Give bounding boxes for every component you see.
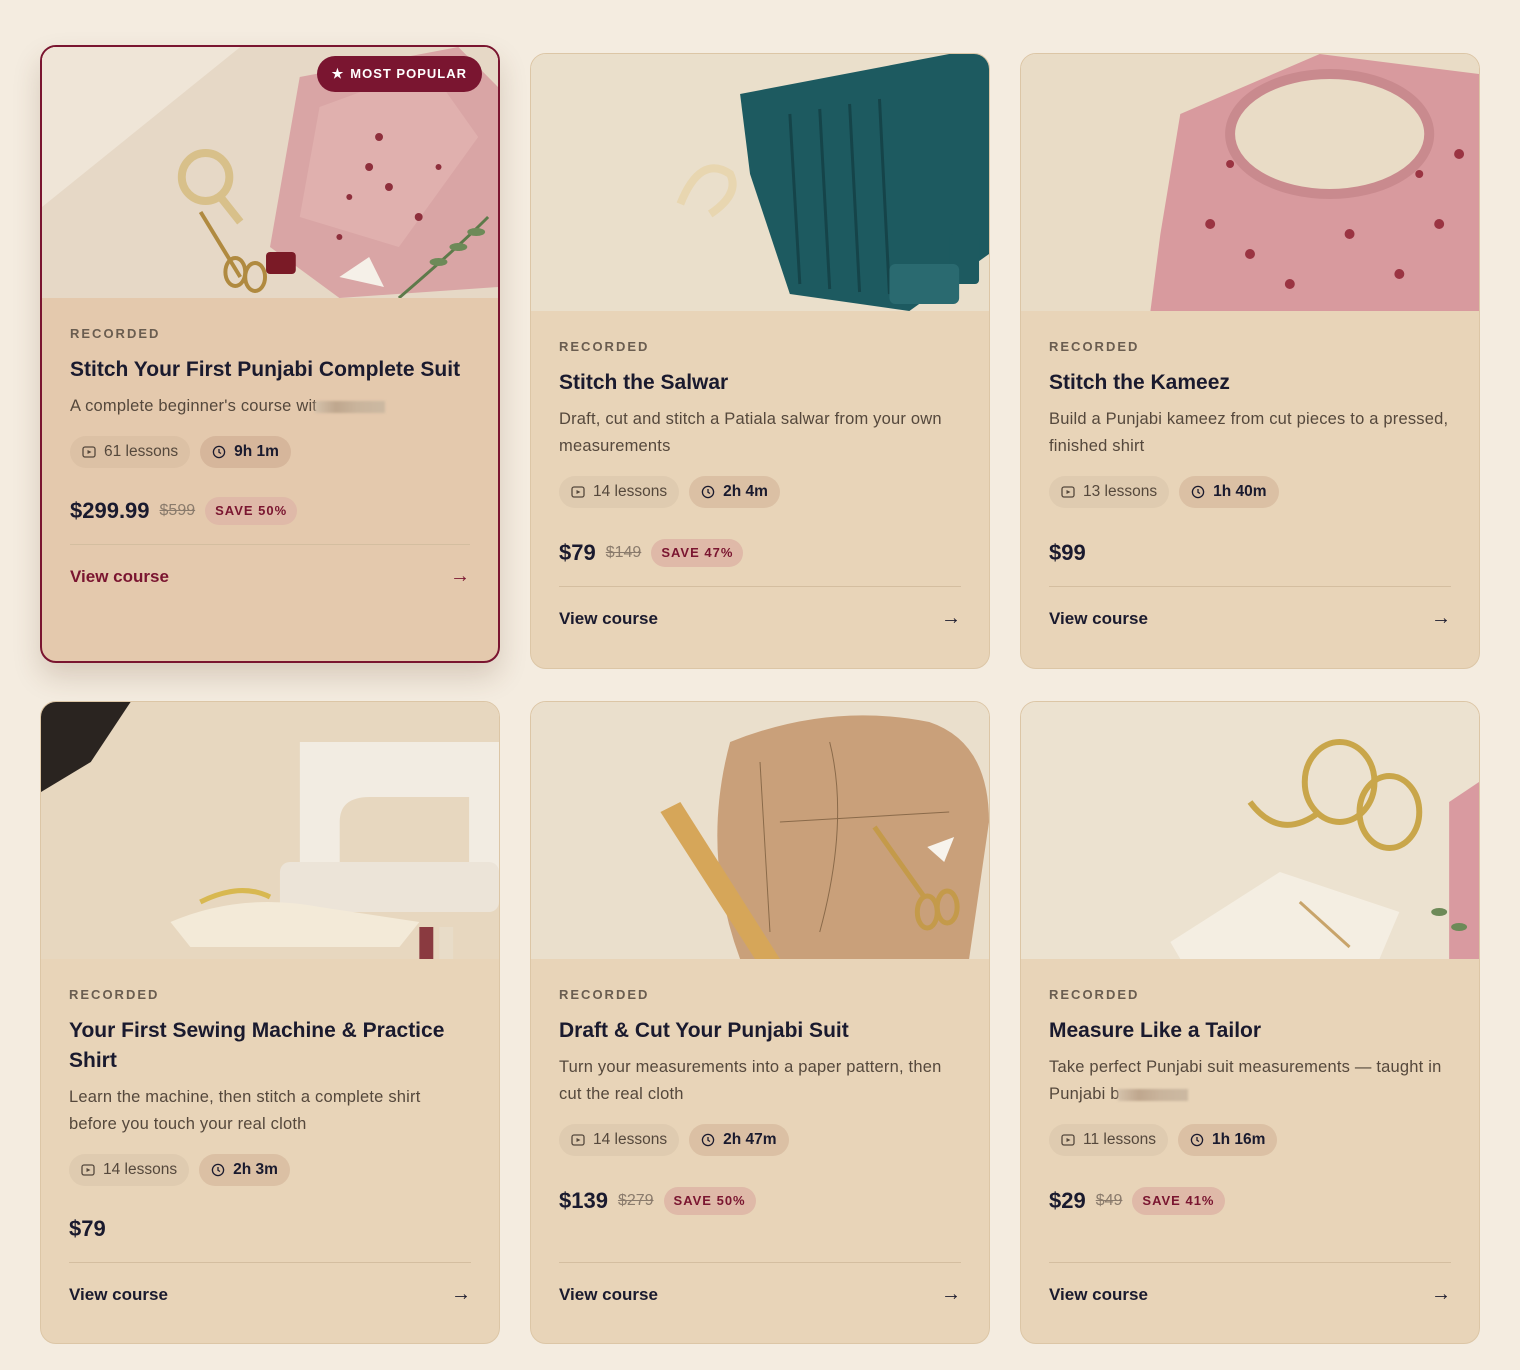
price-row: $99 bbox=[1049, 536, 1451, 570]
course-type-label: RECORDED bbox=[559, 987, 650, 1002]
course-meta: 14 lessons 2h 4m bbox=[559, 476, 961, 508]
course-description: Take perfect Punjabi suit measurements —… bbox=[1049, 1058, 1442, 1103]
current-price: $139 bbox=[559, 1188, 608, 1213]
course-description: A complete beginner's course wit bbox=[70, 393, 470, 420]
clock-icon bbox=[1191, 485, 1205, 499]
view-course-link[interactable]: View course → bbox=[1049, 1263, 1451, 1326]
course-meta: 13 lessons 1h 40m bbox=[1049, 476, 1451, 508]
course-description: Draft, cut and stitch a Patiala salwar f… bbox=[559, 410, 942, 455]
course-title[interactable]: Stitch the Salwar bbox=[559, 368, 961, 398]
course-description: Build a Punjabi kameez from cut pieces t… bbox=[1049, 410, 1449, 455]
arrow-right-icon: → bbox=[1431, 607, 1451, 629]
clock-icon bbox=[211, 1163, 225, 1177]
duration-pill: 9h 1m bbox=[200, 436, 291, 468]
duration-pill: 2h 4m bbox=[689, 476, 780, 508]
duration-pill: 2h 3m bbox=[199, 1154, 290, 1186]
price-row: $79 $149 SAVE 47% bbox=[559, 536, 961, 570]
video-icon bbox=[81, 1164, 95, 1176]
course-type-label: RECORDED bbox=[69, 987, 160, 1002]
course-type-label: RECORDED bbox=[1049, 987, 1140, 1002]
clock-icon bbox=[1190, 1133, 1204, 1147]
course-title[interactable]: Measure Like a Tailor bbox=[1049, 1016, 1451, 1046]
course-title[interactable]: Draft & Cut Your Punjabi Suit bbox=[559, 1016, 961, 1046]
course-card[interactable]: RECORDED Stitch the Kameez Build a Punja… bbox=[1020, 53, 1480, 669]
price-row: $29 $49 SAVE 41% bbox=[1049, 1184, 1451, 1218]
view-course-link[interactable]: View course → bbox=[69, 1263, 471, 1326]
current-price: $79 bbox=[69, 1216, 106, 1241]
clock-icon bbox=[701, 485, 715, 499]
course-title[interactable]: Stitch Your First Punjabi Complete Suit bbox=[70, 355, 470, 385]
original-price: $599 bbox=[159, 502, 196, 519]
course-image-sewing-machine bbox=[41, 702, 499, 959]
video-icon bbox=[1061, 486, 1075, 498]
lessons-pill: 14 lessons bbox=[69, 1154, 190, 1186]
view-course-link[interactable]: View course → bbox=[1049, 587, 1451, 650]
course-card[interactable]: RECORDED Draft & Cut Your Punjabi Suit T… bbox=[530, 701, 990, 1344]
current-price: $29 bbox=[1049, 1188, 1086, 1213]
lessons-pill: 14 lessons bbox=[559, 476, 680, 508]
course-meta: 14 lessons 2h 3m bbox=[69, 1154, 471, 1186]
course-card-featured[interactable]: ★ MOST POPULAR RECORDED Stitch Your First… bbox=[40, 45, 500, 663]
lessons-pill: 13 lessons bbox=[1049, 476, 1170, 508]
original-price: $149 bbox=[605, 544, 642, 561]
course-type-label: RECORDED bbox=[1049, 339, 1140, 354]
duration-pill: 1h 16m bbox=[1177, 1124, 1278, 1156]
clock-icon bbox=[701, 1133, 715, 1147]
save-badge: SAVE 41% bbox=[1132, 1187, 1225, 1215]
course-title[interactable]: Your First Sewing Machine & Practice Shi… bbox=[69, 1016, 471, 1076]
course-card[interactable]: RECORDED Stitch the Salwar Draft, cut an… bbox=[530, 53, 990, 669]
course-title[interactable]: Stitch the Kameez bbox=[1049, 368, 1451, 398]
course-image-pattern bbox=[531, 702, 989, 959]
course-image-measuring-tape bbox=[1021, 702, 1479, 959]
arrow-right-icon: → bbox=[451, 1283, 471, 1305]
lessons-pill: 61 lessons bbox=[70, 436, 191, 468]
duration-pill: 2h 47m bbox=[689, 1124, 789, 1156]
price-row: $299.99 $599 SAVE 50% bbox=[70, 494, 470, 528]
lessons-pill: 11 lessons bbox=[1049, 1124, 1168, 1156]
redacted-text bbox=[1117, 1088, 1188, 1101]
course-image-salwar bbox=[531, 54, 989, 311]
course-meta: 11 lessons 1h 16m bbox=[1049, 1124, 1451, 1156]
video-icon bbox=[82, 446, 96, 458]
video-icon bbox=[571, 486, 585, 498]
most-popular-badge: ★ MOST POPULAR bbox=[316, 56, 482, 92]
course-description: Learn the machine, then stitch a complet… bbox=[69, 1088, 421, 1133]
arrow-right-icon: → bbox=[450, 565, 470, 587]
current-price: $79 bbox=[559, 540, 596, 565]
view-course-link[interactable]: View course → bbox=[559, 1263, 961, 1326]
save-badge: SAVE 50% bbox=[663, 1187, 756, 1215]
course-type-label: RECORDED bbox=[559, 339, 650, 354]
video-icon bbox=[1061, 1134, 1075, 1146]
star-icon: ★ bbox=[331, 66, 345, 81]
course-meta: 61 lessons 9h 1m bbox=[70, 436, 470, 468]
lessons-pill: 14 lessons bbox=[559, 1124, 680, 1156]
price-row: $139 $279 SAVE 50% bbox=[559, 1184, 961, 1218]
view-course-link[interactable]: View course → bbox=[70, 545, 470, 608]
save-badge: SAVE 50% bbox=[205, 497, 298, 525]
duration-pill: 1h 40m bbox=[1179, 476, 1279, 508]
course-image-kameez bbox=[1021, 54, 1479, 311]
course-card[interactable]: RECORDED Measure Like a Tailor Take perf… bbox=[1020, 701, 1480, 1344]
current-price: $299.99 bbox=[70, 498, 150, 523]
course-type-label: RECORDED bbox=[70, 326, 161, 341]
course-image-suit: ★ MOST POPULAR bbox=[42, 47, 498, 298]
original-price: $49 bbox=[1095, 1192, 1123, 1209]
price-row: $79 bbox=[69, 1212, 471, 1246]
original-price: $279 bbox=[617, 1192, 654, 1209]
view-course-link[interactable]: View course → bbox=[559, 587, 961, 650]
course-meta: 14 lessons 2h 47m bbox=[559, 1124, 961, 1156]
clock-icon bbox=[212, 445, 226, 459]
redacted-text bbox=[315, 400, 386, 413]
arrow-right-icon: → bbox=[941, 1283, 961, 1305]
course-card[interactable]: RECORDED Your First Sewing Machine & Pra… bbox=[40, 701, 500, 1344]
arrow-right-icon: → bbox=[1431, 1283, 1451, 1305]
arrow-right-icon: → bbox=[941, 607, 961, 629]
course-grid: ★ MOST POPULAR RECORDED Stitch Your First… bbox=[40, 45, 1480, 1344]
save-badge: SAVE 47% bbox=[651, 539, 744, 567]
course-description: Turn your measurements into a paper patt… bbox=[559, 1058, 942, 1103]
current-price: $99 bbox=[1049, 540, 1086, 565]
video-icon bbox=[571, 1134, 585, 1146]
